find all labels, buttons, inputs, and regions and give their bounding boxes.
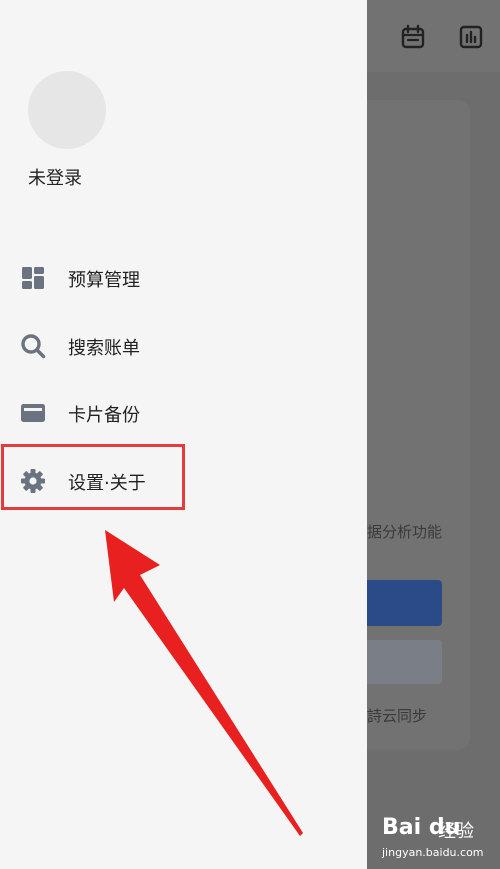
- menu-item-label: 设置·关于: [68, 473, 146, 494]
- background-card-text: 据分析功能: [367, 523, 443, 541]
- menu-item-budget[interactable]: 预算管理: [0, 250, 367, 306]
- bar-chart-icon[interactable]: [458, 24, 484, 50]
- avatar[interactable]: [28, 71, 106, 149]
- baidu-watermark: Bai du 经验 jingyan.baidu.com: [380, 815, 495, 865]
- dashboard-grid-icon: [20, 265, 46, 291]
- card-icon: [20, 400, 46, 426]
- background-sync-text: 詩云同步: [367, 707, 428, 725]
- menu-item-label: 卡片备份: [68, 405, 140, 426]
- calendar-icon[interactable]: [400, 24, 426, 50]
- watermark-url: jingyan.baidu.com: [382, 846, 484, 859]
- menu-item-settings-about[interactable]: 设置·关于: [0, 453, 367, 509]
- search-icon: [20, 333, 46, 359]
- menu-item-label: 搜索账单: [68, 338, 140, 359]
- watermark-suffix: 经验: [438, 821, 474, 842]
- menu-item-label: 预算管理: [68, 270, 140, 291]
- navigation-drawer: 未登录 预算管理 搜索账单 卡片备份 设置·关于: [0, 0, 367, 869]
- menu-item-search-bills[interactable]: 搜索账单: [0, 318, 367, 374]
- gear-icon: [20, 468, 46, 494]
- login-status[interactable]: 未登录: [28, 164, 82, 190]
- menu-item-card-backup[interactable]: 卡片备份: [0, 385, 367, 441]
